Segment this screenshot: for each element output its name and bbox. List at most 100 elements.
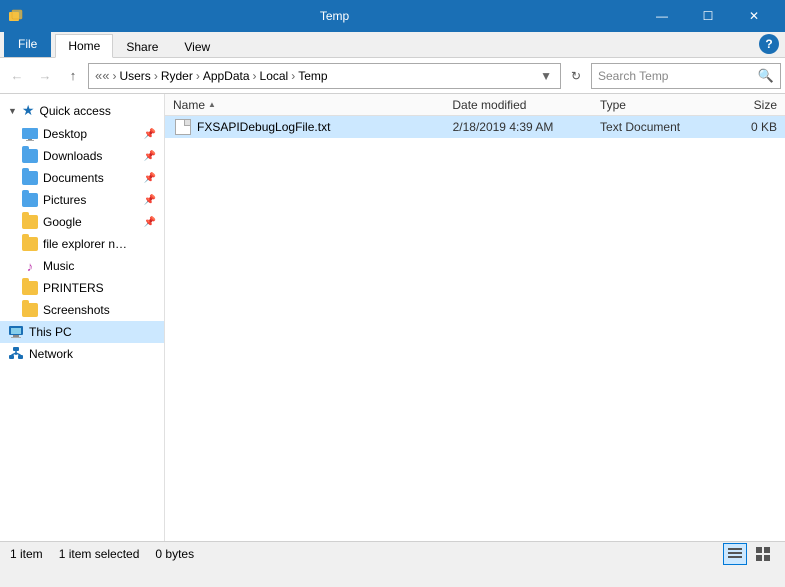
sidebar-item-file-explorer[interactable]: file explorer not resp: [0, 233, 164, 255]
up-button[interactable]: ↑: [60, 63, 86, 89]
sep2: ›: [154, 69, 158, 83]
search-placeholder: Search Temp: [598, 69, 754, 83]
help-button[interactable]: ?: [759, 34, 779, 54]
sep4: ›: [253, 69, 257, 83]
details-view-button[interactable]: [723, 543, 747, 565]
sidebar-item-downloads[interactable]: Downloads 📌: [0, 145, 164, 167]
file-explorer-icon: [22, 236, 38, 252]
selected-count: 1 item selected: [59, 547, 140, 561]
sidebar-label-documents: Documents: [43, 171, 104, 185]
col-header-date[interactable]: Date modified: [452, 98, 600, 112]
sidebar-item-printers[interactable]: PRINTERS: [0, 277, 164, 299]
sidebar-item-music[interactable]: ♪ Music: [0, 255, 164, 277]
network-icon: [8, 346, 24, 362]
sort-up-icon: ▲: [208, 100, 216, 109]
crumb-local[interactable]: Local: [260, 69, 289, 83]
address-dropdown-button[interactable]: ▼: [538, 69, 554, 83]
sep1: ›: [112, 69, 116, 83]
pin-icon-documents: 📌: [144, 173, 156, 184]
crumb-temp[interactable]: Temp: [298, 69, 327, 83]
window-icon: [8, 8, 24, 24]
sidebar-item-desktop[interactable]: Desktop 📌: [0, 123, 164, 145]
sidebar-label-network: Network: [29, 347, 73, 361]
main-layout: ▼ ★ Quick access Desktop 📌 Downloads 📌: [0, 94, 785, 541]
sidebar-item-this-pc[interactable]: This PC: [0, 321, 164, 343]
chevron-icon: ▼: [8, 106, 17, 116]
pin-icon-google: 📌: [144, 217, 156, 228]
sidebar-item-screenshots[interactable]: Screenshots: [0, 299, 164, 321]
sidebar-label-screenshots: Screenshots: [43, 303, 110, 317]
table-row[interactable]: FXSAPIDebugLogFile.txt 2/18/2019 4:39 AM…: [165, 116, 785, 138]
file-name: FXSAPIDebugLogFile.txt: [197, 120, 453, 134]
documents-icon: [22, 170, 38, 186]
status-bar: 1 item 1 item selected 0 bytes: [0, 541, 785, 565]
title-bar: Temp — ☐ ✕: [0, 0, 785, 32]
desktop-icon: [22, 126, 38, 142]
sep3: ›: [196, 69, 200, 83]
file-size: 0 KB: [718, 120, 777, 134]
sidebar: ▼ ★ Quick access Desktop 📌 Downloads 📌: [0, 94, 165, 541]
col-header-name[interactable]: Name ▲: [173, 98, 452, 112]
file-type: Text Document: [600, 120, 718, 134]
tab-home[interactable]: Home: [55, 34, 113, 58]
qa-star-icon: ★: [22, 102, 35, 119]
ribbon-tabs: File Home Share View ?: [0, 32, 785, 58]
pin-icon-desktop: 📌: [144, 129, 156, 140]
sidebar-label-google: Google: [43, 215, 82, 229]
large-icons-view-button[interactable]: [751, 543, 775, 565]
pin-icon-downloads: 📌: [144, 151, 156, 162]
column-headers: Name ▲ Date modified Type Size: [165, 94, 785, 116]
sidebar-label-downloads: Downloads: [43, 149, 102, 163]
crumb-appdata[interactable]: AppData: [203, 69, 250, 83]
pin-icon-pictures: 📌: [144, 195, 156, 206]
title-bar-icons: [8, 8, 24, 24]
quick-access-label: Quick access: [39, 104, 110, 118]
sidebar-label-desktop: Desktop: [43, 127, 87, 141]
toolbar: ← → ↑ «« › Users › Ryder › AppData › Loc…: [0, 58, 785, 94]
sep5: ›: [291, 69, 295, 83]
col-header-type[interactable]: Type: [600, 98, 718, 112]
maximize-button[interactable]: ☐: [685, 0, 731, 32]
sidebar-label-printers: PRINTERS: [43, 281, 104, 295]
search-icon: 🔍: [758, 68, 774, 84]
forward-icon: →: [39, 68, 52, 83]
sidebar-item-documents[interactable]: Documents 📌: [0, 167, 164, 189]
crumb-users[interactable]: Users: [119, 69, 150, 83]
sidebar-label-file-explorer: file explorer not resp: [43, 237, 133, 251]
item-count: 1 item: [10, 547, 43, 561]
crumb-ryder[interactable]: Ryder: [161, 69, 193, 83]
music-icon: ♪: [22, 258, 38, 274]
downloads-icon: [22, 148, 38, 164]
search-box[interactable]: Search Temp 🔍: [591, 63, 781, 89]
close-button[interactable]: ✕: [731, 0, 777, 32]
sidebar-item-google[interactable]: Google 📌: [0, 211, 164, 233]
refresh-button[interactable]: ↻: [563, 63, 589, 89]
tab-file[interactable]: File: [4, 31, 51, 57]
quick-access-header[interactable]: ▼ ★ Quick access: [0, 98, 164, 123]
sidebar-label-pictures: Pictures: [43, 193, 86, 207]
forward-button[interactable]: →: [32, 63, 58, 89]
sidebar-item-network[interactable]: Network: [0, 343, 164, 365]
sidebar-label-music: Music: [43, 259, 74, 273]
crumb-quick-access: ««: [95, 68, 109, 83]
minimize-button[interactable]: —: [639, 0, 685, 32]
tab-view[interactable]: View: [171, 35, 223, 58]
printers-icon: [22, 280, 38, 296]
up-icon: ↑: [70, 68, 77, 83]
tab-share[interactable]: Share: [113, 35, 171, 58]
google-icon: [22, 214, 38, 230]
view-controls: [723, 543, 775, 565]
col-header-size[interactable]: Size: [718, 98, 777, 112]
window-title: Temp: [30, 9, 639, 23]
file-date: 2/18/2019 4:39 AM: [453, 120, 600, 134]
title-bar-controls: — ☐ ✕: [639, 0, 777, 32]
file-icon-txt: [173, 119, 193, 135]
this-pc-icon: [8, 324, 24, 340]
back-button[interactable]: ←: [4, 63, 30, 89]
sidebar-label-this-pc: This PC: [29, 325, 72, 339]
sidebar-item-pictures[interactable]: Pictures 📌: [0, 189, 164, 211]
file-list-panel: Name ▲ Date modified Type Size FXSAPIDeb…: [165, 94, 785, 541]
selected-size: 0 bytes: [155, 547, 194, 561]
pictures-icon: [22, 192, 38, 208]
address-bar[interactable]: «« › Users › Ryder › AppData › Local › T…: [88, 63, 561, 89]
